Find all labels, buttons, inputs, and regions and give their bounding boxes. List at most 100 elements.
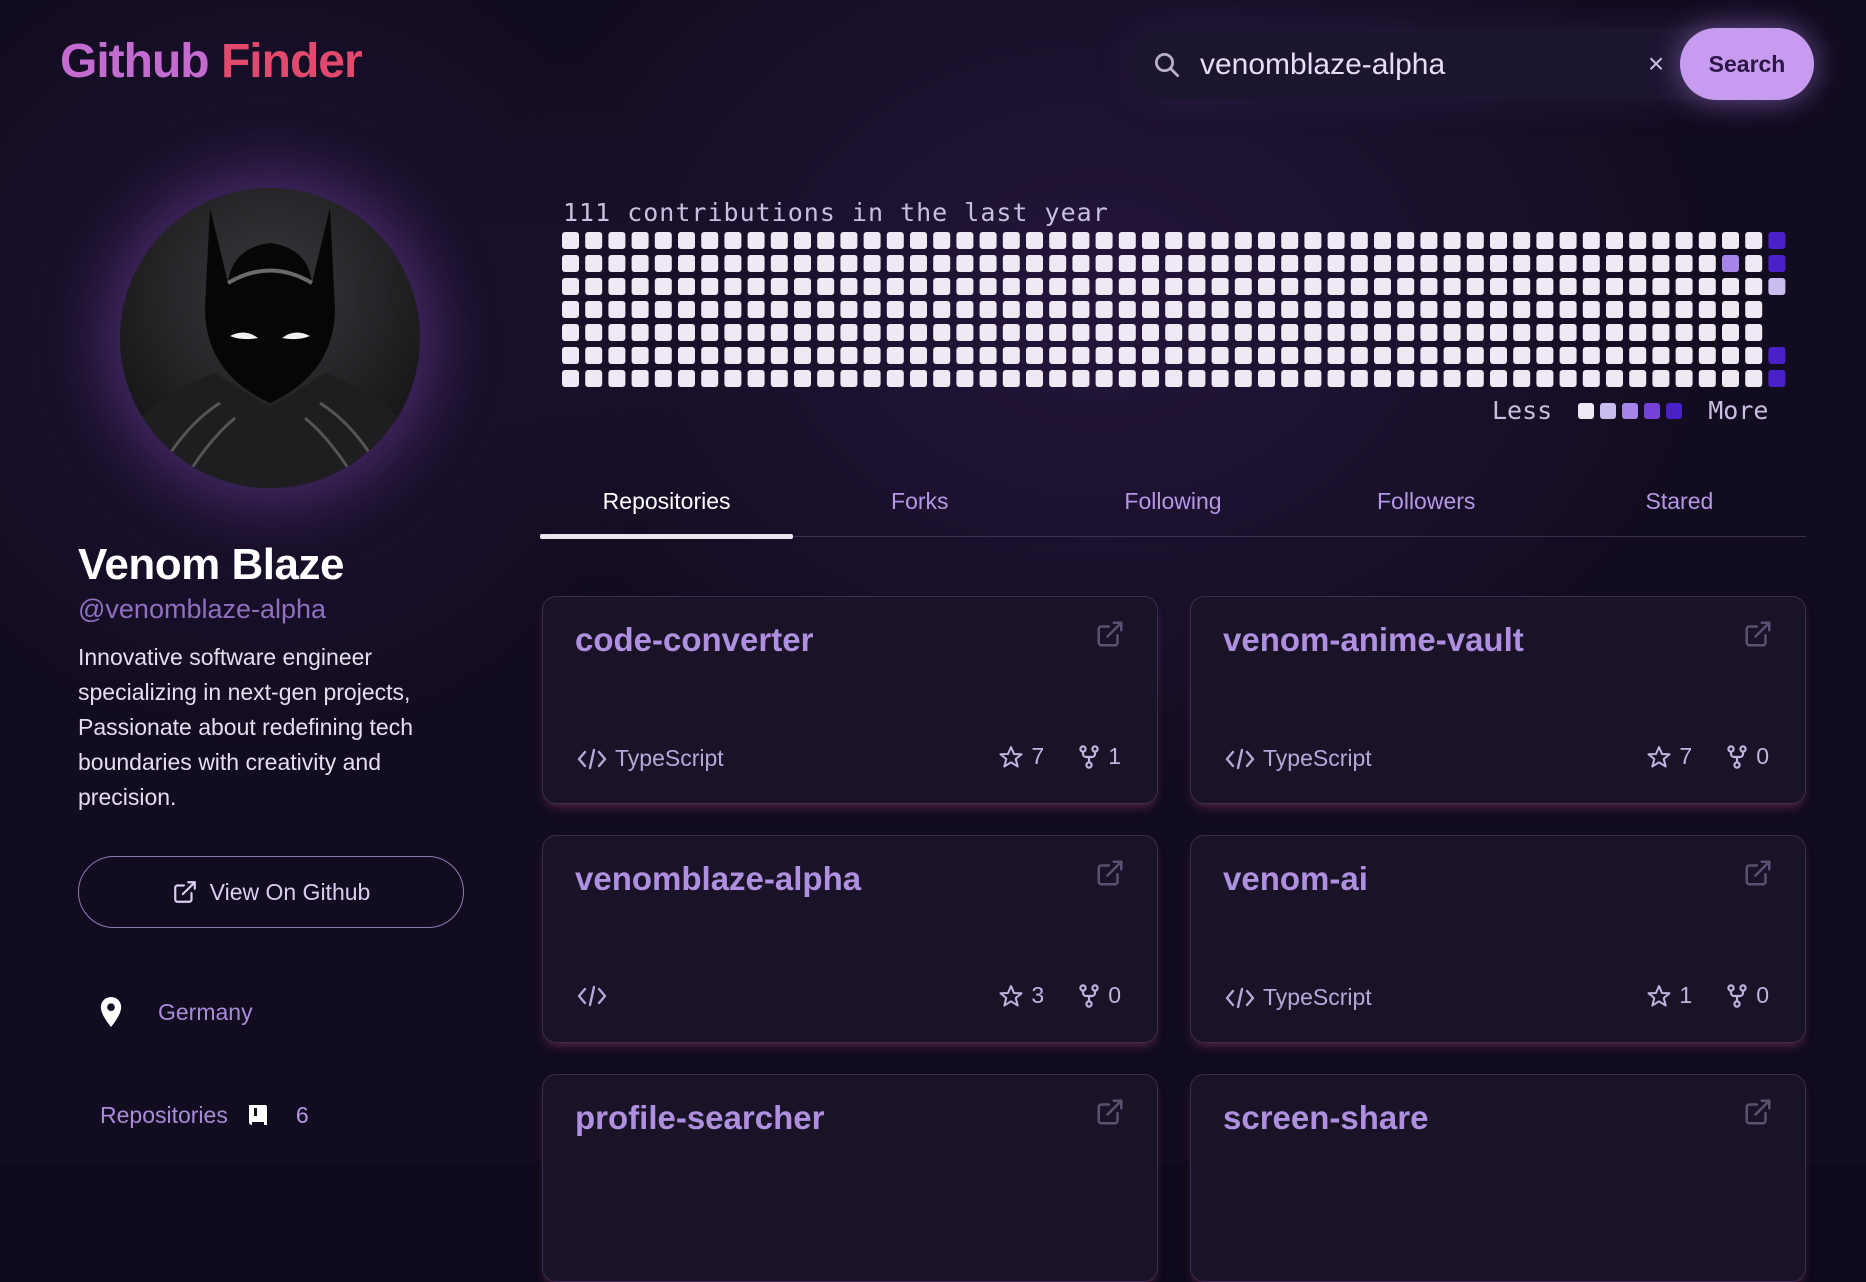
view-on-github-button[interactable]: View On Github xyxy=(78,856,464,928)
contribution-day-cell xyxy=(1490,278,1507,295)
contribution-day-cell xyxy=(863,301,881,318)
profile-tabs: Repositories Forks Following Followers S… xyxy=(540,478,1806,539)
contribution-day-cell xyxy=(1165,370,1183,387)
contribution-day-cell xyxy=(1559,278,1577,295)
contribution-day-cell xyxy=(585,347,603,364)
contribution-day-cell xyxy=(1095,278,1113,295)
contribution-day-cell xyxy=(1026,232,1043,249)
repo-name[interactable]: venom-anime-vault xyxy=(1223,621,1524,659)
star-icon xyxy=(1647,984,1671,1006)
contribution-day-cell xyxy=(1327,255,1345,272)
contribution-day-cell xyxy=(956,347,974,364)
contribution-day-cell xyxy=(1490,232,1507,249)
contribution-day-cell xyxy=(724,278,742,295)
contribution-day-cell xyxy=(1188,278,1206,295)
contribution-day-cell xyxy=(562,324,579,341)
contribution-day-cell xyxy=(1350,232,1368,249)
repo-name[interactable]: code-converter xyxy=(575,621,813,659)
contribution-day-cell xyxy=(1513,278,1531,295)
contribution-day-cell xyxy=(1397,278,1415,295)
repo-stats: 3 0 xyxy=(999,982,1121,1009)
repo-fork-count: 0 xyxy=(1756,743,1769,769)
contribution-day-cell xyxy=(1536,324,1554,341)
tab-forks[interactable]: Forks xyxy=(793,478,1046,536)
contribution-day-cell xyxy=(1049,255,1067,272)
contribution-day-cell xyxy=(1002,370,1020,387)
contribution-day-cell xyxy=(1026,370,1043,387)
contribution-day-cell xyxy=(608,301,626,318)
contribution-day-cell xyxy=(817,347,835,364)
contribution-day-cell xyxy=(1165,278,1183,295)
external-link-icon[interactable] xyxy=(1743,1097,1773,1127)
external-link-icon[interactable] xyxy=(1743,619,1773,649)
contribution-day-cell xyxy=(979,324,997,341)
repo-card[interactable]: code-converter TypeScript 7 1 xyxy=(542,596,1158,804)
external-link-icon xyxy=(173,881,196,903)
contribution-day-cell xyxy=(1722,370,1739,387)
contribution-day-cell xyxy=(886,232,904,249)
tab-stared[interactable]: Stared xyxy=(1553,478,1806,536)
fork-icon xyxy=(1727,983,1747,1008)
contribution-day-cell xyxy=(840,278,858,295)
contribution-day-cell xyxy=(1698,232,1716,249)
contribution-day-cell xyxy=(608,278,626,295)
external-link-icon[interactable] xyxy=(1743,858,1773,888)
contribution-day-cell xyxy=(1490,324,1507,341)
contribution-day-cell xyxy=(1397,255,1415,272)
repo-name[interactable]: venom-ai xyxy=(1223,860,1368,898)
repo-name[interactable]: screen-share xyxy=(1223,1099,1428,1137)
external-link-icon[interactable] xyxy=(1095,619,1125,649)
contribution-day-cell xyxy=(1211,370,1229,387)
repo-language-label: TypeScript xyxy=(1263,984,1372,1010)
contribution-day-cell xyxy=(1722,301,1739,318)
contribution-day-cell xyxy=(678,370,695,387)
contribution-day-cell xyxy=(631,278,649,295)
repo-language xyxy=(577,984,615,1008)
repo-stats: 1 0 xyxy=(1647,982,1769,1009)
external-link-icon[interactable] xyxy=(1095,1097,1125,1127)
contribution-day-cell xyxy=(1234,255,1252,272)
contribution-day-cell xyxy=(863,278,881,295)
contribution-day-cell xyxy=(770,370,788,387)
repo-card[interactable]: screen-share xyxy=(1190,1074,1806,1282)
contribution-day-cell xyxy=(979,255,997,272)
brand-part-1: Github xyxy=(60,35,210,88)
location-pin-icon xyxy=(100,997,122,1027)
contribution-day-cell xyxy=(933,301,951,318)
clear-search-button[interactable]: × xyxy=(1638,46,1674,82)
external-link-icon[interactable] xyxy=(1095,858,1125,888)
contribution-day-cell xyxy=(631,232,649,249)
tab-followers[interactable]: Followers xyxy=(1300,478,1553,536)
contribution-day-cell xyxy=(1420,232,1438,249)
contribution-day-cell xyxy=(933,370,951,387)
contribution-day-cell xyxy=(1722,324,1739,341)
contribution-day-cell xyxy=(1072,255,1090,272)
contribution-day-cell xyxy=(794,370,811,387)
contribution-day-cell xyxy=(1188,301,1206,318)
contribution-day-cell xyxy=(1188,347,1206,364)
contribution-day-cell xyxy=(1536,370,1554,387)
contribution-day-cell xyxy=(1745,255,1763,272)
search-button[interactable]: Search xyxy=(1680,28,1814,100)
repo-card[interactable]: venom-ai TypeScript 1 0 xyxy=(1190,835,1806,1043)
contribution-day-cell xyxy=(886,347,904,364)
repo-name[interactable]: profile-searcher xyxy=(575,1099,824,1137)
contribution-day-cell xyxy=(562,232,579,249)
contribution-day-cell xyxy=(1002,255,1020,272)
contribution-day-cell xyxy=(654,255,672,272)
repo-card[interactable]: venomblaze-alpha 3 0 xyxy=(542,835,1158,1043)
tab-following[interactable]: Following xyxy=(1046,478,1299,536)
contribution-day-cell xyxy=(585,232,603,249)
repo-card[interactable]: venom-anime-vault TypeScript 7 0 xyxy=(1190,596,1806,804)
repositories-stat-label: Repositories xyxy=(100,1102,228,1128)
contribution-day-cell xyxy=(979,347,997,364)
contribution-day-cell xyxy=(933,347,951,364)
contribution-graph xyxy=(562,232,1786,387)
contribution-day-cell xyxy=(1420,255,1438,272)
repo-name[interactable]: venomblaze-alpha xyxy=(575,860,861,898)
contribution-day-cell xyxy=(654,278,672,295)
tab-repositories[interactable]: Repositories xyxy=(540,478,794,539)
contribution-day-cell xyxy=(770,301,788,318)
repo-card[interactable]: profile-searcher xyxy=(542,1074,1158,1282)
contribution-day-cell xyxy=(562,347,579,364)
